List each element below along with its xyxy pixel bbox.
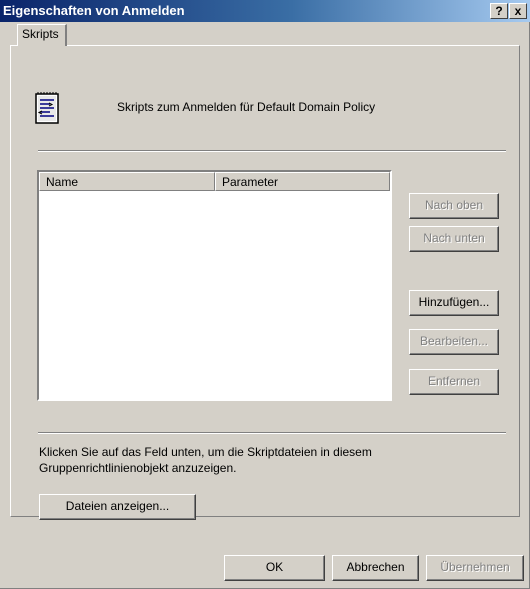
close-button[interactable]: x [509,3,527,19]
column-header-parameter[interactable]: Parameter [215,172,390,191]
divider [38,432,506,434]
remove-button[interactable]: Entfernen [409,369,499,395]
script-heading: Skripts zum Anmelden für Default Domain … [117,100,376,114]
apply-button[interactable]: Übernehmen [426,555,524,581]
move-up-button[interactable]: Nach oben [409,193,499,219]
show-files-button[interactable]: Dateien anzeigen... [39,494,196,520]
tab-skripts[interactable]: Skripts [17,24,67,46]
script-list[interactable]: Name Parameter [37,170,392,401]
column-header-name[interactable]: Name [39,172,215,191]
ok-button[interactable]: OK [224,555,325,581]
cancel-button[interactable]: Abbrechen [332,555,419,581]
tab-skripts-label: Skripts [22,27,59,41]
script-file-icon [35,92,59,124]
move-down-button[interactable]: Nach unten [409,226,499,252]
properties-dialog: Eigenschaften von Anmelden ? x Skripts S… [0,0,530,589]
list-header: Name Parameter [39,172,390,191]
window-title: Eigenschaften von Anmelden [3,3,185,18]
title-bar[interactable]: Eigenschaften von Anmelden ? x [0,0,530,22]
divider [38,150,506,152]
add-button[interactable]: Hinzufügen... [409,290,499,316]
help-button[interactable]: ? [490,3,508,19]
edit-button[interactable]: Bearbeiten... [409,329,499,355]
info-text: Klicken Sie auf das Feld unten, um die S… [39,445,372,475]
